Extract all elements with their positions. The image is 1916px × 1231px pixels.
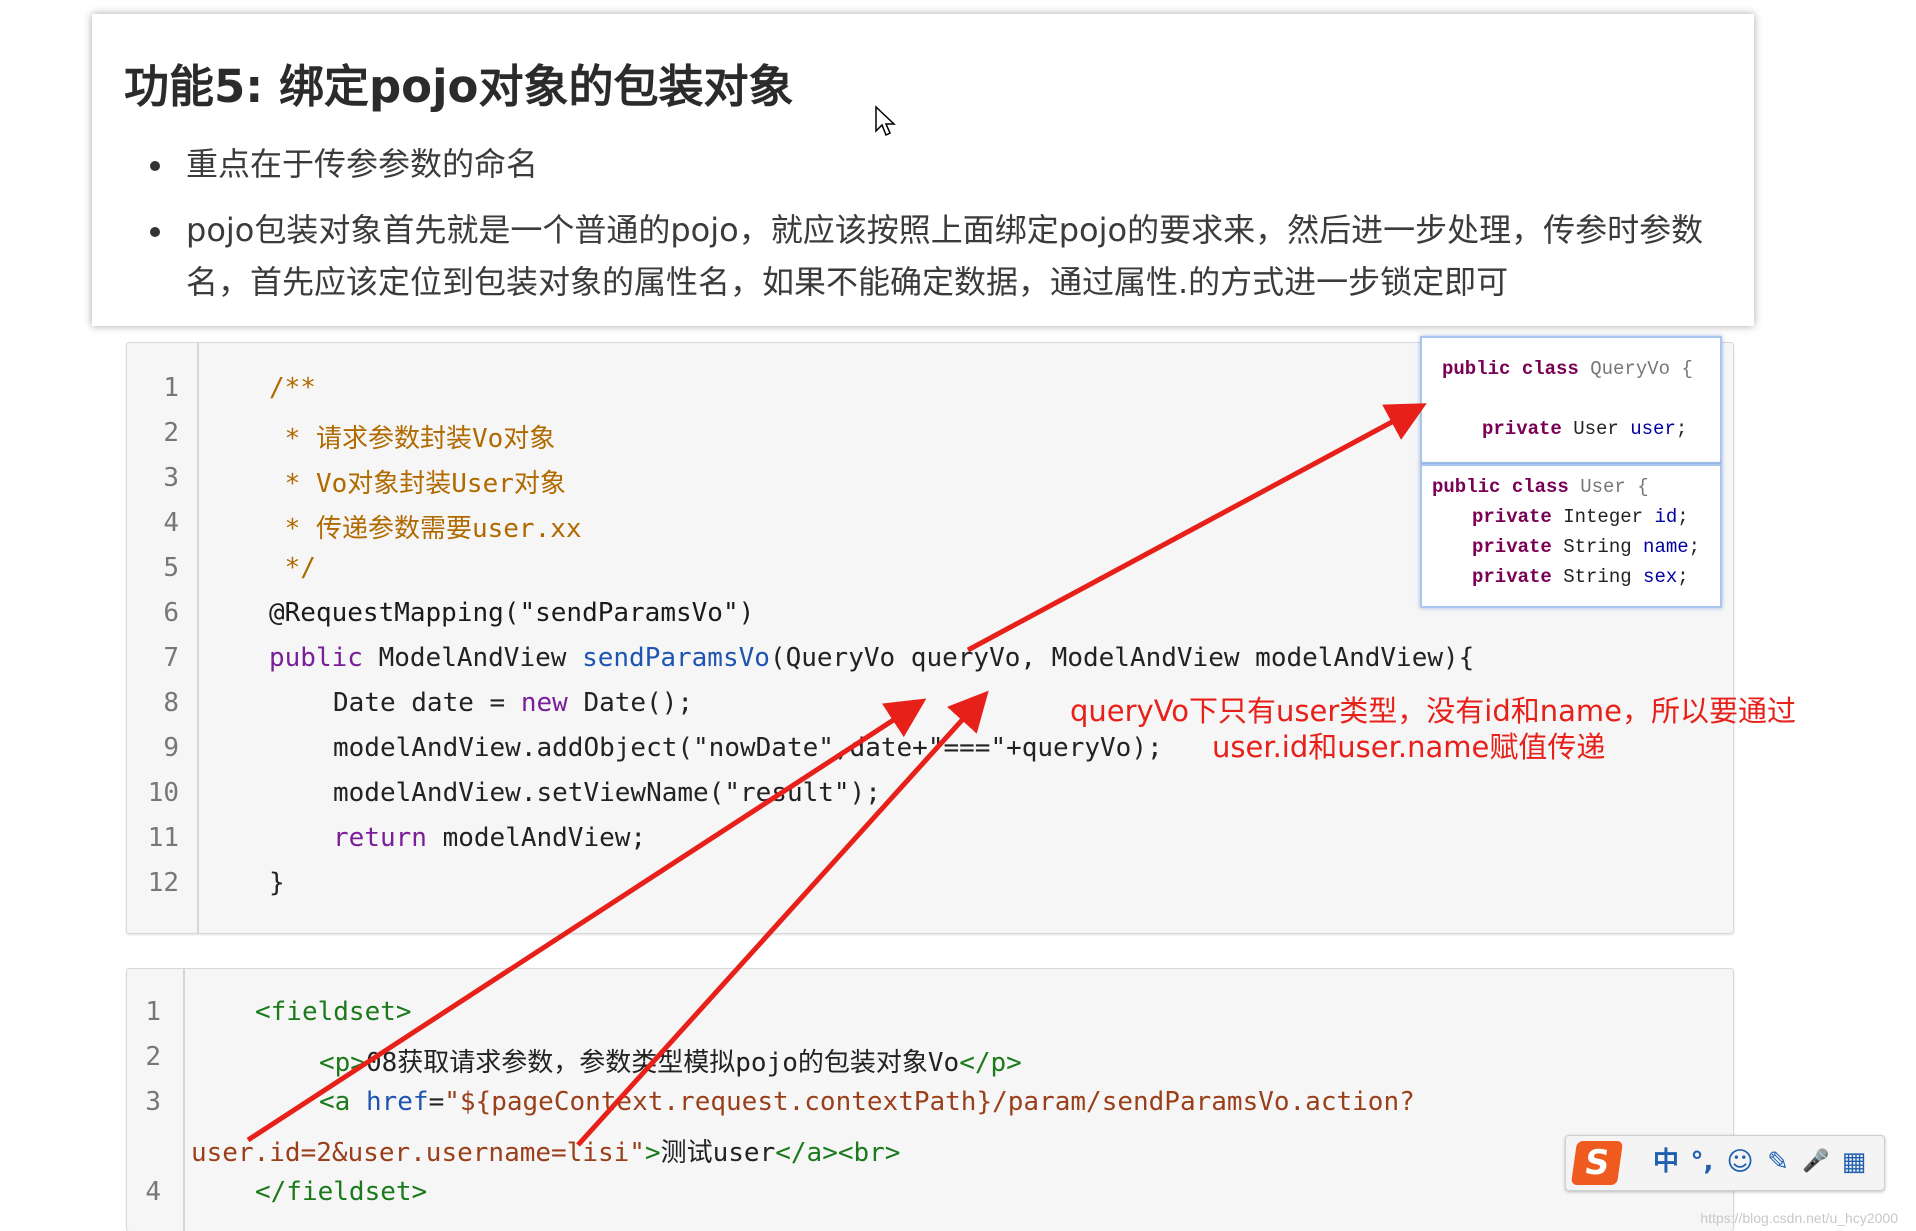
microphone-icon[interactable]: 🎤 — [1800, 1146, 1832, 1178]
annotation-arrows — [246, 403, 1427, 1147]
sogou-logo-icon[interactable]: S — [1570, 1141, 1624, 1185]
ime-toolbar[interactable]: S 中 °, ☺ ✎ 🎤 ▦ — [1565, 1135, 1885, 1191]
toolbox-icon[interactable]: ▦ — [1838, 1146, 1870, 1178]
watermark: https://blog.csdn.net/u_hcy2000 — [1700, 1210, 1898, 1226]
punctuation-icon[interactable]: °, — [1686, 1146, 1718, 1178]
arrow-username-to-param — [576, 690, 989, 1147]
arrow-user-id-to-param — [246, 698, 927, 1143]
handwriting-icon[interactable]: ✎ — [1762, 1146, 1794, 1178]
arrow-to-queryvo-popup — [966, 403, 1427, 653]
chinese-mode-icon[interactable]: 中 — [1650, 1146, 1682, 1178]
emoji-icon[interactable]: ☺ — [1724, 1146, 1756, 1178]
